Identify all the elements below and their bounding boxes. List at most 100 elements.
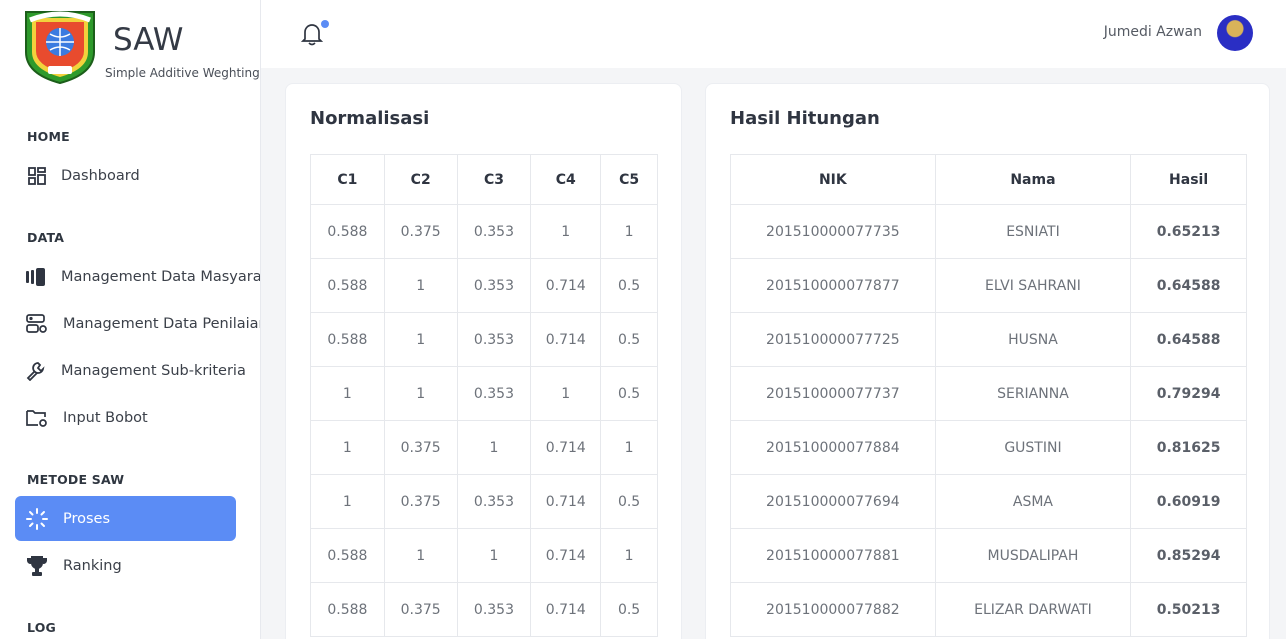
table-row: 1 0.375 0.353 0.714 0.5 — [310, 474, 658, 529]
column-header: Hasil — [1130, 154, 1247, 205]
table-cell: 0.60919 — [1130, 474, 1247, 529]
table-cell: 0.375 — [383, 474, 458, 529]
table-cell: 1 — [530, 366, 602, 421]
table-row: 201510000077735 ESNIATI 0.65213 — [730, 204, 1247, 259]
nav-management-data-penilaian[interactable]: Management Data Penilaian — [15, 302, 260, 346]
table-cell: 201510000077694 — [730, 474, 936, 529]
table-cell: 0.5 — [600, 474, 658, 529]
column-header: Nama — [934, 154, 1132, 205]
table-cell: 0.714 — [530, 420, 602, 475]
table-row: 0.588 0.375 0.353 1 1 — [310, 204, 658, 259]
nav-management-sub-kriteria[interactable]: Management Sub-kriteria — [15, 349, 246, 393]
table-cell: 201510000077735 — [730, 204, 936, 259]
table-cell: 201510000077725 — [730, 312, 936, 367]
table-cell: 0.588 — [310, 582, 385, 637]
nav-ranking[interactable]: Ranking — [15, 544, 236, 588]
table-cell: 0.588 — [310, 204, 385, 259]
table-cell: 0.5 — [600, 366, 658, 421]
table-row: 201510000077737 SERIANNA 0.79294 — [730, 366, 1247, 421]
table-cell: 1 — [383, 528, 458, 583]
brand-subtitle: Simple Additive Weghting — [105, 66, 260, 80]
dashboard-grid-icon — [26, 165, 48, 187]
table-row: 201510000077882 ELIZAR DARWATI 0.50213 — [730, 582, 1247, 637]
column-header: NIK — [730, 154, 936, 205]
nav-label: Input Bobot — [63, 410, 148, 426]
nav-management-data-masyarakat[interactable]: Management Data Masyarakat — [15, 255, 260, 299]
section-metode-saw: METODE SAW — [27, 472, 125, 487]
table-cell: 0.375 — [383, 420, 458, 475]
table-cell: 1 — [600, 204, 658, 259]
table-cell: 0.81625 — [1130, 420, 1247, 475]
nav-label: Management Data Masyarakat — [61, 269, 261, 285]
table-cell: 0.85294 — [1130, 528, 1247, 583]
hasil-hitungan-card: Hasil Hitungan NIK Nama Hasil 2015100000… — [705, 83, 1270, 639]
table-cell: 0.588 — [310, 528, 385, 583]
table-row: 0.588 1 1 0.714 1 — [310, 528, 658, 583]
table-row: 1 1 0.353 1 0.5 — [310, 366, 658, 421]
table-cell: 0.5 — [600, 258, 658, 313]
column-header: C5 — [600, 154, 658, 205]
table-cell: 201510000077882 — [730, 582, 936, 637]
table-cell: 0.353 — [456, 204, 532, 259]
table-cell: 1 — [383, 312, 458, 367]
table-cell: 0.588 — [310, 312, 385, 367]
table-cell: ESNIATI — [934, 204, 1132, 259]
table-cell: SERIANNA — [934, 366, 1132, 421]
table-cell: 1 — [383, 258, 458, 313]
hasil-title: Hasil Hitungan — [730, 108, 880, 129]
nav-label: Proses — [63, 510, 111, 527]
table-row: 0.588 1 0.353 0.714 0.5 — [310, 258, 658, 313]
notification-dot — [321, 20, 329, 28]
pasaman-barat-logo — [25, 11, 95, 84]
normalisasi-card: Normalisasi C1 C2 C3 C4 C5 0.588 0.375 0.3… — [285, 83, 682, 639]
wrench-icon — [26, 360, 46, 382]
table-cell: MUSDALIPAH — [934, 528, 1132, 583]
nav-dashboard[interactable]: Dashboard — [15, 154, 236, 198]
section-home: HOME — [27, 129, 70, 144]
table-cell: GUSTINI — [934, 420, 1132, 475]
section-data: DATA — [27, 230, 65, 245]
column-header: C1 — [310, 154, 385, 205]
nav-label: Management Sub-kriteria — [61, 363, 246, 379]
table-cell: 0.353 — [456, 258, 532, 313]
table-cell: 1 — [310, 474, 385, 529]
column-header: C3 — [456, 154, 532, 205]
server-gear-icon — [26, 313, 48, 335]
table-cell: 0.79294 — [1130, 366, 1247, 421]
folder-gear-icon — [26, 407, 48, 429]
table-row: 201510000077881 MUSDALIPAH 0.85294 — [730, 528, 1247, 583]
sidebar: SAW Simple Additive Weghting HOME Dashbo… — [0, 0, 261, 639]
nav-input-bobot[interactable]: Input Bobot — [15, 396, 236, 440]
normalisasi-table: C1 C2 C3 C4 C5 0.588 0.375 0.353 1 1 0.588 1 0.… — [310, 154, 658, 637]
user-name[interactable]: Jumedi Azwan — [1104, 24, 1202, 40]
table-cell: 1 — [600, 528, 658, 583]
cards-stack-icon — [26, 266, 46, 288]
avatar[interactable] — [1217, 15, 1253, 51]
table-cell: 0.353 — [456, 312, 532, 367]
trophy-icon — [26, 555, 48, 577]
table-cell: 0.375 — [383, 582, 458, 637]
table-cell: 0.714 — [530, 582, 602, 637]
table-cell: 1 — [600, 420, 658, 475]
table-cell: 0.714 — [530, 312, 602, 367]
table-cell: 1 — [383, 366, 458, 421]
nav-label: Management Data Penilaian — [63, 316, 261, 332]
table-cell: 1 — [310, 420, 385, 475]
brand[interactable]: SAW Simple Additive Weghting — [22, 8, 260, 88]
table-cell: HUSNA — [934, 312, 1132, 367]
loader-icon — [26, 507, 48, 530]
table-cell: 201510000077877 — [730, 258, 936, 313]
table-cell: 0.714 — [530, 258, 602, 313]
table-row: 1 0.375 1 0.714 1 — [310, 420, 658, 475]
nav-proses[interactable]: Proses — [15, 496, 236, 541]
table-cell: ELVI SAHRANI — [934, 258, 1132, 313]
table-cell: 0.5 — [600, 582, 658, 637]
table-cell: 0.64588 — [1130, 312, 1247, 367]
topbar: Jumedi Azwan — [261, 0, 1286, 68]
table-cell: 0.50213 — [1130, 582, 1247, 637]
table-row: 201510000077884 GUSTINI 0.81625 — [730, 420, 1247, 475]
table-cell: 1 — [456, 528, 532, 583]
brand-title: SAW — [113, 22, 184, 58]
table-cell: 0.353 — [456, 474, 532, 529]
table-cell: 0.64588 — [1130, 258, 1247, 313]
